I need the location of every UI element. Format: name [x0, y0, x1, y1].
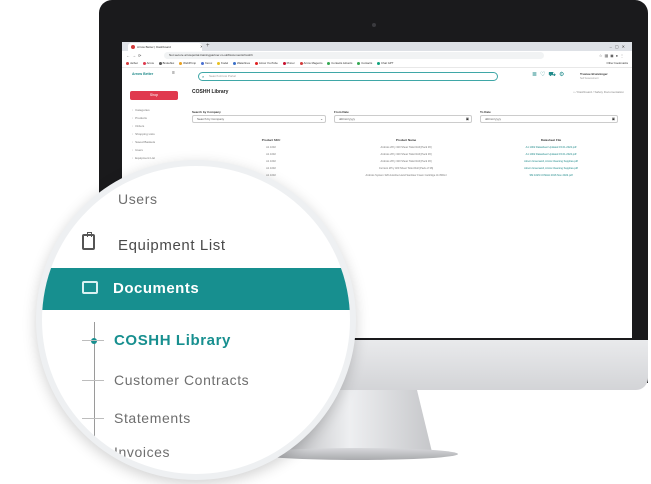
bookmark-item[interactable]: Arrow Magento — [299, 60, 322, 67]
from-date-field[interactable]: dd/mm/yyyy ▣ — [334, 115, 472, 123]
column-header-product-name[interactable]: Product Name — [336, 138, 476, 142]
datasheet-link[interactable]: Airson Greenwell, Arrow Cleaning Supplie… — [486, 167, 616, 170]
bookmark-item[interactable]: Arrow YouTube — [254, 60, 278, 67]
breadcrumb[interactable]: ⌂ / Dashboard / Safety Documentation — [573, 90, 624, 94]
submenu-item-statements[interactable]: Statements — [114, 410, 191, 426]
clipboard-icon — [82, 232, 95, 250]
bookmark-item[interactable]: Contacts — [357, 60, 372, 67]
bookmark-item[interactable]: Jarbet — [126, 60, 138, 67]
to-date-field[interactable]: dd/mm/yyyy ▣ — [480, 115, 618, 123]
bookmark-item[interactable]: Arrow — [142, 60, 154, 67]
page-title: COSHH Library — [192, 89, 229, 95]
bookmark-item[interactable]: Xerox — [200, 60, 212, 67]
from-date-value: dd/mm/yyyy — [339, 117, 356, 121]
bookmark-item[interactable]: Waterlines — [232, 60, 250, 67]
table-cell-sku: A1 1002 — [266, 146, 276, 149]
datasheet-link[interactable]: Airson Greenwell, Arrow Cleaning Supplie… — [486, 160, 616, 163]
table-cell-sku: A1 1002 — [266, 160, 276, 163]
company-filter-label: Search by Company — [192, 110, 221, 114]
submenu-item-invoices[interactable]: Invoices — [114, 444, 170, 460]
calendar-icon[interactable]: ▣ — [466, 116, 469, 122]
sidebar-item-users[interactable]: Users — [132, 148, 143, 152]
table-cell-product: Arobots 2Pry 320 Sheet Toilet Roll [Pack… — [380, 146, 432, 149]
sidebar-item-orders[interactable]: Orders — [132, 124, 144, 128]
sidebar-item-documents-label: Documents — [113, 280, 200, 297]
browser-tab-bar: Arrow Better | Dashboard ✕ + –▢✕ — [122, 42, 632, 51]
column-header-sku[interactable]: Product SKU — [246, 138, 296, 142]
user-role: Self Assessment — [580, 77, 599, 80]
sidebar-item-products[interactable]: Products — [132, 116, 147, 120]
datasheet-link[interactable]: A1 1002 Datasheet Updated 15.01.2022.pdf — [486, 153, 616, 156]
window-controls-icon[interactable]: –▢✕ — [610, 42, 628, 51]
chevron-down-icon: ⌄ — [320, 117, 323, 121]
datasheet-link[interactable]: A1 1002 Datasheet Updated 15.01.2022.pdf — [486, 146, 616, 149]
table-cell-product: Arobots System 320 Autoline Hand Sanitis… — [365, 174, 447, 177]
camera-icon — [372, 23, 376, 27]
bookmark-item[interactable]: Chat GPT — [377, 60, 393, 67]
submenu-branch — [82, 380, 104, 381]
table-cell-sku: A1 1002 — [266, 167, 276, 170]
table-cell-product: Curriero 2Pry 320 Sheet Toilet Roll [Pac… — [378, 167, 434, 170]
submenu-item-coshh-library[interactable]: COSHH Library — [114, 332, 231, 349]
submenu-branch — [82, 340, 104, 341]
datasheet-link[interactable]: SM 1029 COSHH 2016 Nov 2022.pdf — [486, 174, 616, 177]
new-tab-icon[interactable]: + — [206, 42, 210, 51]
folder-icon — [82, 281, 98, 294]
sidebar-item-equipment-list[interactable]: Equipment List — [118, 237, 226, 254]
sidebar-item-shopping-lists[interactable]: Shopping Lists — [132, 132, 155, 136]
sidebar-item-equipment[interactable]: Equipment List — [132, 156, 155, 160]
company-filter-select[interactable]: Search by Company ⌄ — [192, 115, 326, 123]
bookmark-item[interactable]: Brokeflex — [158, 60, 174, 67]
search-icon: ⌕ — [202, 74, 205, 79]
app-topbar: ⌕ Search Arrow Portal ≣♡⛟⚙ Trustee Brunn… — [186, 68, 632, 87]
navigation-icons[interactable]: ←→⟳ — [126, 51, 143, 60]
browser-tab[interactable]: Arrow Better | Dashboard ✕ — [128, 43, 202, 51]
company-filter-value: Search by Company — [197, 117, 225, 121]
table-cell-product: Arobots 2Pry 320 Sheet Toilet Roll [Pack… — [380, 153, 432, 156]
bookmark-item[interactable]: Contacts Adverts — [327, 60, 352, 67]
topbar-icons[interactable]: ≣♡⛟⚙ — [532, 71, 567, 79]
other-bookmarks[interactable]: Other bookmarks — [607, 60, 628, 67]
search-placeholder: Search Arrow Portal — [209, 74, 236, 78]
column-header-datasheet[interactable]: Datasheet File — [486, 138, 616, 142]
tab-title: Arrow Better | Dashboard — [137, 45, 171, 49]
calendar-icon[interactable]: ▣ — [612, 116, 615, 122]
to-date-label: To Date — [480, 110, 491, 114]
bookmarks-bar: Jarbet Arrow Brokeflex WebPrimp Xerox Ko… — [122, 60, 632, 68]
url-field[interactable]: Not secure arrowportal.trainingpartner.c… — [164, 52, 544, 59]
sidebar-item-categories[interactable]: Categories — [132, 108, 150, 112]
favicon-icon — [131, 45, 135, 49]
submenu-branch — [82, 452, 104, 453]
magnifier-callout: Users Equipment List Documents COSHH Lib… — [36, 160, 356, 480]
submenu-item-customer-contracts[interactable]: Customer Contracts — [114, 372, 249, 388]
user-name[interactable]: Trustee Brunninger — [580, 72, 608, 76]
bookmark-item[interactable]: WebPrimp — [179, 60, 196, 67]
search-input[interactable]: ⌕ Search Arrow Portal — [198, 72, 498, 81]
shop-button[interactable]: Shop — [130, 91, 178, 100]
sidebar-item-documents[interactable]: Documents — [42, 268, 350, 310]
close-icon[interactable]: ✕ — [200, 43, 202, 51]
sidebar-item-users[interactable]: Users — [118, 191, 158, 207]
to-date-value: dd/mm/yyyy — [485, 117, 502, 121]
extensions-icons[interactable]: ☆▦◼●⋮ — [599, 51, 626, 60]
active-bullet-icon — [91, 338, 97, 344]
table-cell-sku: A1 1002 — [266, 153, 276, 156]
bookmark-item[interactable]: Kodel — [217, 60, 228, 67]
from-date-label: From Date — [334, 110, 349, 114]
table-cell-product: Arobots 2Pry 320 Sheet Toilet Roll [Pack… — [380, 160, 432, 163]
sidebar-item-saved-baskets[interactable]: Saved Baskets — [132, 140, 155, 144]
submenu-branch — [82, 418, 104, 419]
bookmark-item[interactable]: Pinner — [282, 60, 295, 67]
menu-icon[interactable]: ≡ — [172, 70, 175, 76]
app-logo[interactable]: Arrow Better — [132, 72, 153, 76]
